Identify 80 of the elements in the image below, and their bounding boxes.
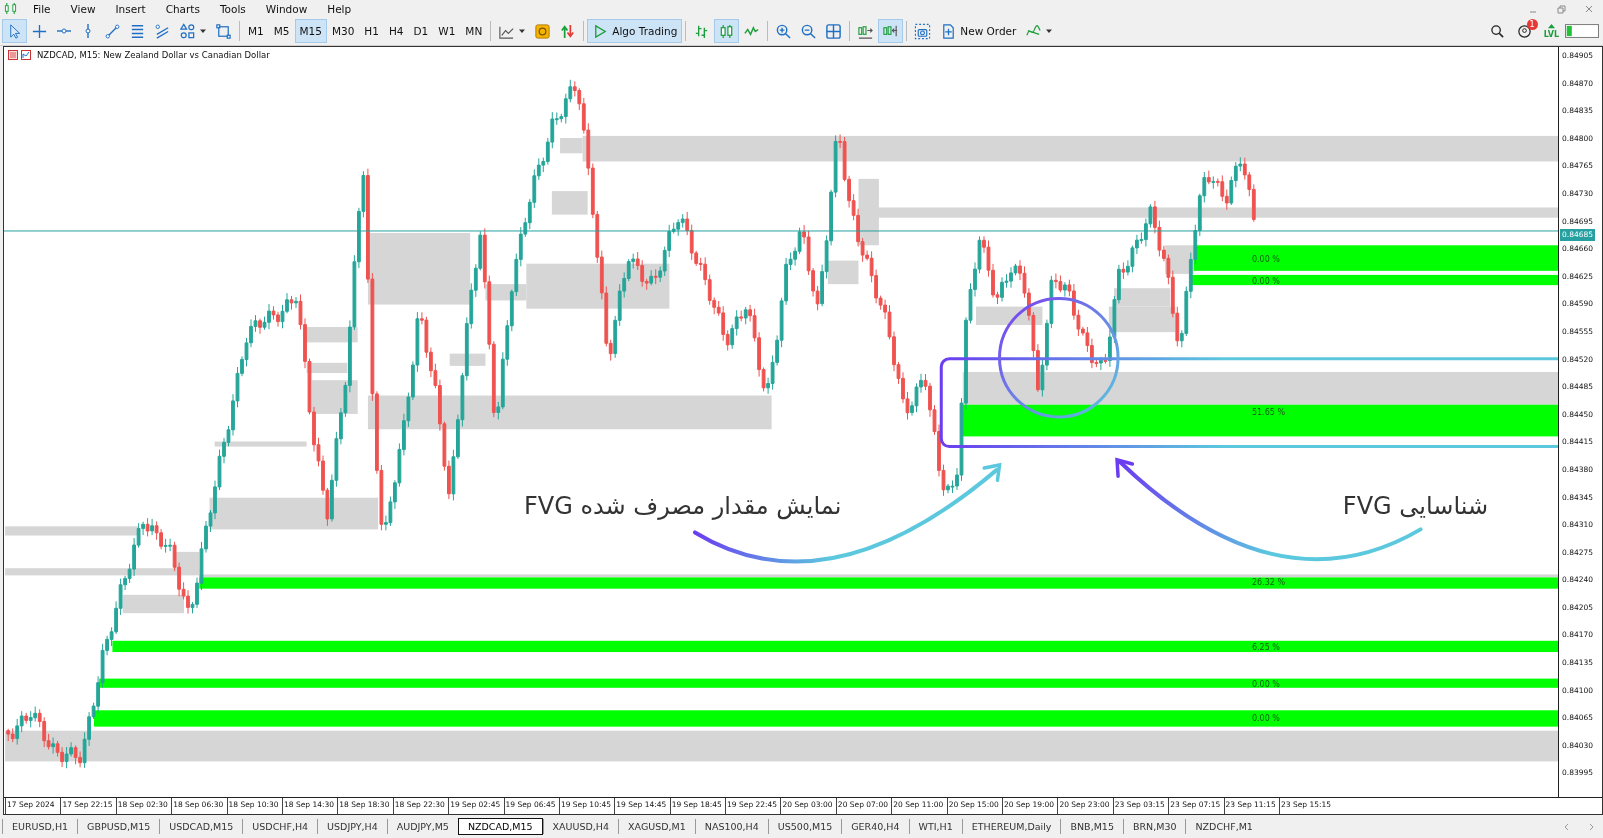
- fvg-percent-label: 51.65 %: [1251, 407, 1285, 417]
- menu-item[interactable]: Window: [255, 2, 318, 15]
- timeframe-button[interactable]: H4: [383, 19, 409, 43]
- battery-icon: [1565, 24, 1599, 38]
- diagonal-lines-icon: [154, 22, 171, 40]
- grid-icon: [825, 22, 843, 40]
- timeframe-button[interactable]: M5: [268, 19, 295, 43]
- chart-tab[interactable]: AUDJPY,M5: [386, 819, 458, 834]
- timeframe-button[interactable]: D1: [408, 19, 434, 43]
- timeframe-button[interactable]: H1: [359, 19, 384, 43]
- chart-title: NZDCAD, M15: New Zealand Dollar vs Canadian Dollar: [37, 50, 270, 60]
- timeframe-button[interactable]: M30: [326, 19, 360, 43]
- coin-icon: [534, 22, 552, 40]
- chart-tab[interactable]: GBPUSD,M15: [77, 819, 160, 834]
- chart-tab[interactable]: USDJPY,H4: [317, 819, 387, 834]
- chart-tab[interactable]: BNB,M15: [1060, 819, 1123, 834]
- fvg-percent-label: 0.00 %: [1251, 679, 1280, 689]
- chart-tab[interactable]: USDCAD,M15: [159, 819, 243, 834]
- tool-button[interactable]: [2, 19, 27, 43]
- menu-item[interactable]: Help: [317, 2, 362, 15]
- menu-item[interactable]: Tools: [209, 2, 256, 15]
- scroll-left-icon[interactable]: [1563, 822, 1571, 831]
- vertical-line-icon: [85, 23, 91, 39]
- zoom-in-icon: [775, 22, 793, 40]
- price-zone: [551, 191, 588, 215]
- tool-button[interactable]: [878, 19, 904, 43]
- camera-icon: [914, 22, 932, 40]
- new-order-button[interactable]: New Order: [935, 19, 1022, 43]
- horizontal-line-icon: [56, 28, 72, 34]
- chart-tab[interactable]: NAS100,H4: [694, 819, 768, 834]
- crosshair-icon: [31, 22, 48, 40]
- timeframe-button[interactable]: M15: [294, 19, 327, 43]
- menu-item[interactable]: Charts: [155, 2, 210, 15]
- arrow-up-icon: [1546, 23, 1556, 30]
- chart-tab[interactable]: US500,M15: [767, 819, 842, 834]
- chart-tab[interactable]: NZDCAD,M15: [457, 818, 543, 835]
- chart-tab[interactable]: ETHEREUM,Daily: [961, 819, 1061, 834]
- shapes-icon: [179, 22, 196, 40]
- fvg-percent-label: 0.00 %: [1251, 714, 1280, 724]
- caret-icon: [1045, 27, 1054, 35]
- app-logo-icon: [4, 2, 17, 15]
- menu-item[interactable]: Insert: [105, 2, 156, 15]
- tool-button[interactable]: [714, 19, 740, 43]
- fvg-percent-label: 6.25 %: [1251, 642, 1280, 652]
- caret-icon: [199, 27, 207, 35]
- signal-label: LVL: [1543, 30, 1559, 39]
- chart-tab[interactable]: WTI,H1: [908, 819, 962, 834]
- annotation-text: شناسایی FVG: [1342, 492, 1489, 521]
- timeframe-button[interactable]: W1: [433, 19, 461, 43]
- chart-tab[interactable]: XAUUSD,H4: [542, 819, 619, 834]
- chart-tab[interactable]: EURUSD,H1: [2, 819, 78, 834]
- menu-item[interactable]: File: [23, 2, 61, 15]
- restore-icon[interactable]: [1556, 3, 1566, 14]
- fvg-percent-label: 26.32 %: [1251, 577, 1285, 587]
- notification-count: 1: [1526, 18, 1538, 30]
- close-icon[interactable]: [1584, 3, 1594, 14]
- timeframe-button[interactable]: M1: [243, 19, 269, 43]
- annotation-text: نمایش مقدار مصرف شده FVG: [524, 492, 842, 521]
- menu-item[interactable]: View: [60, 2, 106, 15]
- fvg-percent-label: 0.00 %: [1251, 277, 1280, 287]
- chart-tab[interactable]: USDCHF,H4: [242, 819, 318, 834]
- caret-icon: [518, 27, 527, 35]
- chart-tab[interactable]: XAGUSD,M1: [618, 819, 695, 834]
- parallel-lines-icon: [129, 22, 146, 40]
- user-circle-icon[interactable]: [1516, 23, 1532, 39]
- algo-trading-button[interactable]: Algo Trading: [587, 19, 683, 43]
- price-zone: [122, 594, 184, 614]
- chart-window-icon: [8, 50, 32, 60]
- price-zone: [1114, 288, 1171, 307]
- timeframe-button[interactable]: MN: [460, 19, 488, 43]
- chart-tab[interactable]: BRN,M30: [1122, 819, 1186, 834]
- price-zone: [827, 260, 859, 285]
- zoom-out-icon: [800, 22, 818, 40]
- search-icon[interactable]: [1489, 23, 1505, 39]
- trend-line-icon: [104, 22, 121, 40]
- chart-tab[interactable]: GER40,H4: [841, 819, 909, 834]
- fvg-percent-label: 0.00 %: [1251, 254, 1280, 264]
- chart-tab[interactable]: NZDCHF,M1: [1185, 819, 1262, 834]
- scroll-right-icon[interactable]: [1587, 822, 1595, 831]
- rectangle-icon: [215, 22, 232, 40]
